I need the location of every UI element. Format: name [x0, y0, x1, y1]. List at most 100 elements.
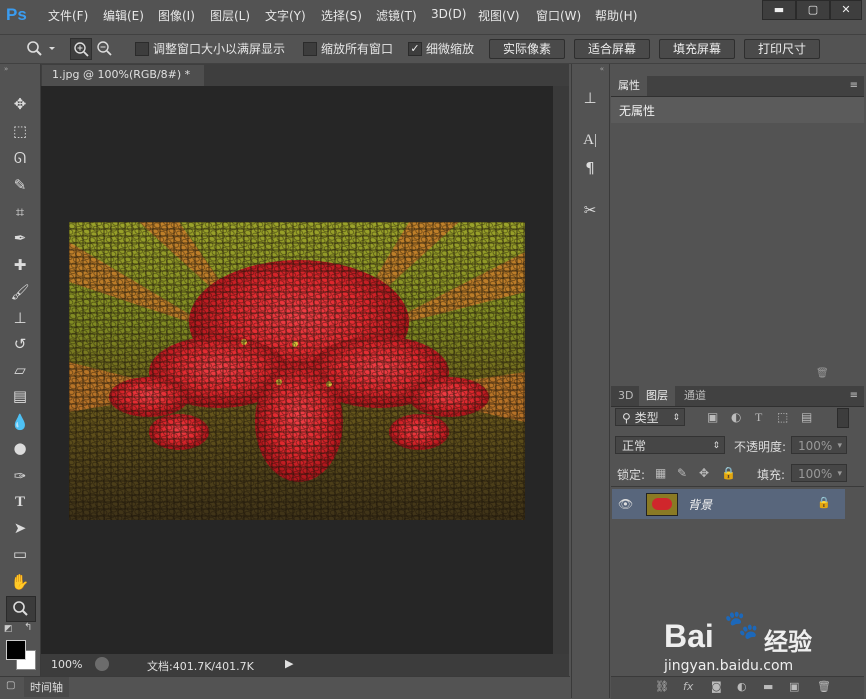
fx-icon[interactable]: fx — [683, 680, 693, 693]
path-select-tool-icon[interactable]: ➤ — [8, 516, 32, 540]
tab-properties[interactable]: 属性 — [611, 76, 647, 96]
minimize-button[interactable]: ▬ — [762, 0, 796, 20]
zoom-tool-icon[interactable] — [6, 596, 36, 622]
add-mask-icon[interactable]: ◙ — [711, 680, 722, 693]
panel-menu-icon[interactable]: ≡ — [850, 76, 858, 96]
brush-tool-icon[interactable]: 🖌 — [8, 280, 32, 304]
lock-all-icon[interactable]: 🔒 — [721, 466, 736, 480]
layer-thumbnail — [646, 493, 678, 516]
menu-3d[interactable]: 3D(D) — [431, 7, 466, 21]
blur-tool-icon[interactable]: 💧 — [8, 410, 32, 434]
status-expand-icon[interactable]: ▶ — [285, 657, 293, 670]
eye-icon[interactable]: 👁 — [618, 497, 633, 511]
print-size-button[interactable]: 打印尺寸 — [744, 39, 820, 59]
lock-label: 锁定: — [617, 468, 646, 482]
tool-presets-icon[interactable]: ✂ — [578, 198, 602, 222]
opacity-input[interactable]: 100% ▾ — [791, 436, 847, 454]
new-group-icon[interactable]: ▬ — [763, 680, 773, 693]
dock-collapse-icon[interactable]: « — [576, 66, 604, 73]
menu-edit[interactable]: 编辑(E) — [103, 7, 144, 24]
paragraph-panel-icon[interactable]: ¶ — [578, 156, 602, 180]
filter-smart-icon[interactable]: ▤ — [801, 410, 812, 424]
timeline-toggle-icon[interactable]: ▢ — [6, 680, 20, 694]
tab-3d[interactable]: 3D — [611, 386, 640, 406]
lock-position-icon[interactable]: ✥ — [699, 466, 709, 480]
blend-mode-select[interactable]: 正常 ⇕ — [615, 436, 725, 454]
filter-shape-icon[interactable]: ⬚ — [777, 410, 788, 424]
menu-filter[interactable]: 滤镜(T) — [376, 7, 417, 24]
link-layers-icon[interactable]: ⛓ — [655, 680, 669, 693]
layers-menu-icon[interactable]: ≡ — [850, 386, 858, 406]
scrubby-zoom-checkbox[interactable]: ✓ — [408, 42, 422, 56]
swap-colors-icon[interactable]: ↰ — [24, 622, 36, 633]
adjustment-layer-icon[interactable]: ◐ — [737, 680, 747, 693]
lock-transparent-icon[interactable]: ▦ — [655, 466, 666, 480]
layer-name[interactable]: 背景 — [688, 496, 712, 513]
menu-file[interactable]: 文件(F) — [48, 7, 88, 24]
fit-screen-button[interactable]: 适合屏幕 — [574, 39, 650, 59]
tools-panel: » ✥ ⬚ ᘏ ✎ ⌗ ✒ ✚ 🖌 ⊥ ↺ ▱ ▤ 💧 ● ✑ T ➤ ▭ ✋ … — [0, 64, 41, 698]
menu-type[interactable]: 文字(Y) — [265, 7, 306, 24]
timeline-bar: ▢ 时间轴 — [0, 676, 570, 699]
history-panel-icon[interactable]: ⊥ — [578, 86, 602, 110]
tab-channels[interactable]: 通道 — [677, 386, 713, 406]
photoshop-logo: Ps — [6, 5, 27, 24]
move-tool-icon[interactable]: ✥ — [8, 92, 32, 116]
gradient-tool-icon[interactable]: ▤ — [8, 384, 32, 408]
zoom-in-icon[interactable] — [70, 38, 92, 60]
vertical-scrollbar[interactable] — [553, 86, 569, 654]
menu-select[interactable]: 选择(S) — [321, 7, 362, 24]
marquee-tool-icon[interactable]: ⬚ — [8, 119, 32, 143]
status-menu-icon[interactable] — [95, 657, 109, 671]
rectangle-tool-icon[interactable]: ▭ — [8, 542, 32, 566]
filter-adjustment-icon[interactable]: ◐ — [731, 410, 741, 424]
hand-tool-icon[interactable]: ✋ — [8, 570, 32, 594]
layer-row-background[interactable]: 👁 背景 🔒 — [612, 489, 845, 519]
menu-window[interactable]: 窗口(W) — [536, 7, 581, 24]
zoom-tool-preset[interactable] — [24, 37, 60, 59]
type-tool-icon[interactable]: T — [8, 490, 32, 514]
delete-icon[interactable]: 🗑 — [816, 368, 830, 380]
restore-button[interactable]: ▢ — [796, 0, 830, 20]
filter-pixel-icon[interactable]: ▣ — [707, 410, 718, 424]
tab-layers[interactable]: 图层 — [639, 386, 675, 406]
default-colors-icon[interactable]: ◩ — [4, 624, 16, 634]
close-button[interactable]: ✕ — [830, 0, 862, 20]
character-panel-icon[interactable]: A| — [578, 128, 602, 152]
quick-select-tool-icon[interactable]: ✎ — [8, 173, 32, 197]
fill-label: 填充: — [757, 468, 786, 482]
zoom-all-checkbox[interactable] — [303, 42, 317, 56]
collapse-icon[interactable]: » — [4, 66, 36, 73]
crop-tool-icon[interactable]: ⌗ — [8, 200, 32, 224]
delete-layer-icon[interactable]: 🗑 — [817, 680, 831, 693]
menu-layer[interactable]: 图层(L) — [210, 7, 250, 24]
eraser-tool-icon[interactable]: ▱ — [8, 358, 32, 382]
foreground-color-swatch[interactable] — [6, 640, 26, 660]
history-brush-tool-icon[interactable]: ↺ — [8, 332, 32, 356]
eyedropper-tool-icon[interactable]: ✒ — [8, 226, 32, 250]
lock-pixels-icon[interactable]: ✎ — [677, 466, 687, 480]
menu-image[interactable]: 图像(I) — [158, 7, 195, 24]
properties-panel: 属性 ≡ 无属性 🗑 — [611, 76, 864, 382]
dodge-tool-icon[interactable]: ● — [8, 436, 32, 460]
new-layer-icon[interactable]: ▣ — [789, 680, 799, 693]
stained-glass-image[interactable] — [69, 222, 525, 520]
filter-type-icon[interactable]: T — [755, 410, 762, 425]
actual-pixels-button[interactable]: 实际像素 — [489, 39, 565, 59]
zoom-level[interactable]: 100% — [51, 658, 82, 671]
filter-kind-select[interactable]: ⚲ 类型 ⇕ — [615, 408, 685, 426]
stamp-tool-icon[interactable]: ⊥ — [8, 306, 32, 330]
lasso-tool-icon[interactable]: ᘏ — [8, 146, 32, 170]
document-tab[interactable]: 1.jpg @ 100%(RGB/8#) * × — [42, 65, 204, 101]
menu-help[interactable]: 帮助(H) — [595, 7, 637, 24]
zoom-out-icon[interactable] — [94, 38, 114, 58]
timeline-tab[interactable]: 时间轴 — [24, 677, 69, 697]
opacity-label: 不透明度: — [734, 440, 787, 454]
fill-screen-button[interactable]: 填充屏幕 — [659, 39, 735, 59]
pen-tool-icon[interactable]: ✑ — [8, 464, 32, 488]
healing-tool-icon[interactable]: ✚ — [8, 253, 32, 277]
menu-view[interactable]: 视图(V) — [478, 7, 520, 24]
filter-toggle[interactable] — [837, 408, 849, 428]
resize-window-checkbox[interactable] — [135, 42, 149, 56]
fill-input[interactable]: 100% ▾ — [791, 464, 847, 482]
